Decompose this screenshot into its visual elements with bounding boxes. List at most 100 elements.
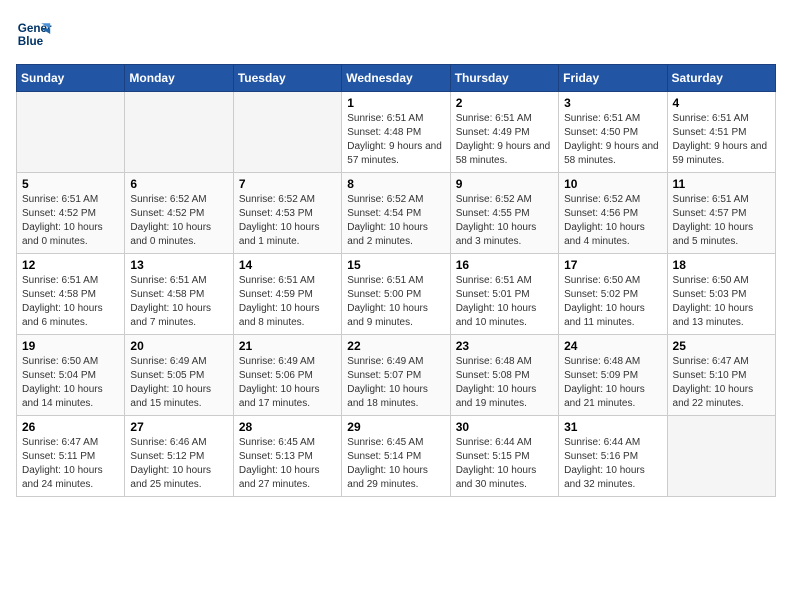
day-number: 12	[22, 258, 119, 272]
day-info: Sunrise: 6:51 AMSunset: 4:52 PMDaylight:…	[22, 193, 119, 249]
calendar-cell: 16 Sunrise: 6:51 AMSunset: 5:01 PMDayligh…	[450, 254, 558, 335]
day-number: 17	[564, 258, 661, 272]
calendar-cell: 3 Sunrise: 6:51 AMSunset: 4:50 PMDaylight…	[559, 92, 667, 173]
calendar-cell: 12 Sunrise: 6:51 AMSunset: 4:58 PMDayligh…	[17, 254, 125, 335]
day-number: 13	[130, 258, 227, 272]
day-info: Sunrise: 6:49 AMSunset: 5:07 PMDaylight:…	[347, 355, 444, 411]
day-info: Sunrise: 6:51 AMSunset: 4:48 PMDaylight:…	[347, 112, 444, 168]
day-header-saturday: Saturday	[667, 65, 775, 92]
calendar-cell	[17, 92, 125, 173]
svg-text:Blue: Blue	[18, 35, 44, 48]
calendar-cell: 14Sunrise: 6:51 AMSunset: 4:59 PMDayligh…	[233, 254, 341, 335]
day-info: Sunrise: 6:50 AMSunset: 5:02 PMDaylight:…	[564, 274, 661, 330]
day-info: Sunrise: 6:47 AMSunset: 5:11 PMDaylight:…	[22, 436, 119, 492]
day-number: 7	[239, 177, 336, 191]
calendar-cell: 10Sunrise: 6:52 AMSunset: 4:56 PMDayligh…	[559, 173, 667, 254]
calendar-cell: 26 Sunrise: 6:47 AMSunset: 5:11 PMDayligh…	[17, 416, 125, 497]
day-number: 11	[673, 177, 770, 191]
calendar-cell: 1Sunrise: 6:51 AMSunset: 4:48 PMDaylight…	[342, 92, 450, 173]
calendar-cell: 9Sunrise: 6:52 AMSunset: 4:55 PMDaylight…	[450, 173, 558, 254]
calendar-cell: 29Sunrise: 6:45 AMSunset: 5:14 PMDayligh…	[342, 416, 450, 497]
page-header: General Blue	[16, 16, 776, 52]
day-info: Sunrise: 6:52 AMSunset: 4:54 PMDaylight:…	[347, 193, 444, 249]
day-number: 21	[239, 339, 336, 353]
day-number: 6	[130, 177, 227, 191]
day-header-monday: Monday	[125, 65, 233, 92]
day-number: 16	[456, 258, 553, 272]
day-number: 25	[673, 339, 770, 353]
day-header-tuesday: Tuesday	[233, 65, 341, 92]
calendar-cell: 17 Sunrise: 6:50 AMSunset: 5:02 PMDayligh…	[559, 254, 667, 335]
calendar-cell: 23 Sunrise: 6:48 AMSunset: 5:08 PMDayligh…	[450, 335, 558, 416]
calendar-cell: 18 Sunrise: 6:50 AMSunset: 5:03 PMDayligh…	[667, 254, 775, 335]
day-number: 3	[564, 96, 661, 110]
day-header-wednesday: Wednesday	[342, 65, 450, 92]
day-info: Sunrise: 6:51 AMSunset: 5:00 PMDaylight:…	[347, 274, 444, 330]
day-info: Sunrise: 6:51 AMSunset: 5:01 PMDaylight:…	[456, 274, 553, 330]
calendar-cell	[233, 92, 341, 173]
day-info: Sunrise: 6:51 AMSunset: 4:59 PMDaylight:…	[239, 274, 336, 330]
calendar-cell: 24 Sunrise: 6:48 AMSunset: 5:09 PMDayligh…	[559, 335, 667, 416]
day-number: 26	[22, 420, 119, 434]
calendar-cell: 15 Sunrise: 6:51 AMSunset: 5:00 PMDayligh…	[342, 254, 450, 335]
calendar-cell: 4 Sunrise: 6:51 AMSunset: 4:51 PMDaylight…	[667, 92, 775, 173]
days-header-row: SundayMondayTuesdayWednesdayThursdayFrid…	[17, 65, 776, 92]
calendar-cell: 31 Sunrise: 6:44 AMSunset: 5:16 PMDayligh…	[559, 416, 667, 497]
day-number: 24	[564, 339, 661, 353]
calendar-cell: 7 Sunrise: 6:52 AMSunset: 4:53 PMDaylight…	[233, 173, 341, 254]
day-number: 8	[347, 177, 444, 191]
calendar-week-1: 1Sunrise: 6:51 AMSunset: 4:48 PMDaylight…	[17, 92, 776, 173]
calendar-cell: 5 Sunrise: 6:51 AMSunset: 4:52 PMDaylight…	[17, 173, 125, 254]
calendar-week-3: 12 Sunrise: 6:51 AMSunset: 4:58 PMDayligh…	[17, 254, 776, 335]
logo: General Blue	[16, 16, 52, 52]
day-info: Sunrise: 6:51 AMSunset: 4:49 PMDaylight:…	[456, 112, 553, 168]
calendar-cell: 6 Sunrise: 6:52 AMSunset: 4:52 PMDaylight…	[125, 173, 233, 254]
calendar-cell: 11 Sunrise: 6:51 AMSunset: 4:57 PMDayligh…	[667, 173, 775, 254]
calendar-table: SundayMondayTuesdayWednesdayThursdayFrid…	[16, 64, 776, 497]
day-number: 18	[673, 258, 770, 272]
day-info: Sunrise: 6:51 AMSunset: 4:57 PMDaylight:…	[673, 193, 770, 249]
day-info: Sunrise: 6:48 AMSunset: 5:09 PMDaylight:…	[564, 355, 661, 411]
day-info: Sunrise: 6:52 AMSunset: 4:53 PMDaylight:…	[239, 193, 336, 249]
day-info: Sunrise: 6:48 AMSunset: 5:08 PMDaylight:…	[456, 355, 553, 411]
day-number: 22	[347, 339, 444, 353]
day-info: Sunrise: 6:50 AMSunset: 5:03 PMDaylight:…	[673, 274, 770, 330]
day-info: Sunrise: 6:45 AMSunset: 5:13 PMDaylight:…	[239, 436, 336, 492]
day-number: 2	[456, 96, 553, 110]
calendar-cell: 19Sunrise: 6:50 AMSunset: 5:04 PMDayligh…	[17, 335, 125, 416]
calendar-week-4: 19Sunrise: 6:50 AMSunset: 5:04 PMDayligh…	[17, 335, 776, 416]
day-number: 31	[564, 420, 661, 434]
day-header-thursday: Thursday	[450, 65, 558, 92]
day-info: Sunrise: 6:51 AMSunset: 4:51 PMDaylight:…	[673, 112, 770, 168]
calendar-cell	[125, 92, 233, 173]
day-number: 20	[130, 339, 227, 353]
day-number: 9	[456, 177, 553, 191]
day-number: 15	[347, 258, 444, 272]
day-number: 27	[130, 420, 227, 434]
calendar-cell: 20 Sunrise: 6:49 AMSunset: 5:05 PMDayligh…	[125, 335, 233, 416]
day-info: Sunrise: 6:51 AMSunset: 4:58 PMDaylight:…	[22, 274, 119, 330]
day-info: Sunrise: 6:46 AMSunset: 5:12 PMDaylight:…	[130, 436, 227, 492]
calendar-cell: 22 Sunrise: 6:49 AMSunset: 5:07 PMDayligh…	[342, 335, 450, 416]
calendar-cell: 30Sunrise: 6:44 AMSunset: 5:15 PMDayligh…	[450, 416, 558, 497]
calendar-cell: 27 Sunrise: 6:46 AMSunset: 5:12 PMDayligh…	[125, 416, 233, 497]
day-info: Sunrise: 6:51 AMSunset: 4:50 PMDaylight:…	[564, 112, 661, 168]
day-info: Sunrise: 6:45 AMSunset: 5:14 PMDaylight:…	[347, 436, 444, 492]
calendar-cell: 2 Sunrise: 6:51 AMSunset: 4:49 PMDaylight…	[450, 92, 558, 173]
day-number: 28	[239, 420, 336, 434]
day-number: 23	[456, 339, 553, 353]
calendar-week-2: 5 Sunrise: 6:51 AMSunset: 4:52 PMDaylight…	[17, 173, 776, 254]
calendar-cell: 28 Sunrise: 6:45 AMSunset: 5:13 PMDayligh…	[233, 416, 341, 497]
logo-icon: General Blue	[16, 16, 52, 52]
day-info: Sunrise: 6:49 AMSunset: 5:05 PMDaylight:…	[130, 355, 227, 411]
day-info: Sunrise: 6:52 AMSunset: 4:56 PMDaylight:…	[564, 193, 661, 249]
day-number: 19	[22, 339, 119, 353]
day-number: 5	[22, 177, 119, 191]
calendar-cell: 21Sunrise: 6:49 AMSunset: 5:06 PMDayligh…	[233, 335, 341, 416]
day-info: Sunrise: 6:44 AMSunset: 5:16 PMDaylight:…	[564, 436, 661, 492]
calendar-week-5: 26 Sunrise: 6:47 AMSunset: 5:11 PMDayligh…	[17, 416, 776, 497]
day-info: Sunrise: 6:52 AMSunset: 4:52 PMDaylight:…	[130, 193, 227, 249]
calendar-cell: 8 Sunrise: 6:52 AMSunset: 4:54 PMDaylight…	[342, 173, 450, 254]
day-number: 4	[673, 96, 770, 110]
day-number: 30	[456, 420, 553, 434]
